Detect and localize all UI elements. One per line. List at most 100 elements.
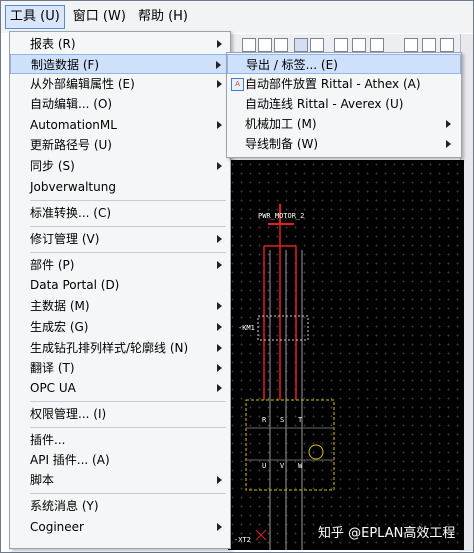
menu-item-revision-management[interactable]: 修订管理 (V) [10,229,230,249]
menu-item-system-messages[interactable]: 系统消息 (Y) [10,496,230,516]
submenu-arrow-icon [217,523,222,531]
menu-item-label: 标准转换... (C) [30,206,112,220]
submenu-item-label: 导出 / 标签... (E) [246,58,338,72]
menu-separator [30,493,226,494]
menu-item-label: 修订管理 (V) [30,232,100,246]
terminal-w: W [298,462,303,470]
menu-item-label: 自动编辑... (O) [30,97,113,111]
submenu-arrow-icon [217,384,222,392]
menu-item-label: 系统消息 (Y) [30,499,99,513]
menu-item-cogineer[interactable]: Cogineer [10,517,230,537]
menu-item-scripts[interactable]: 脚本 [10,470,230,490]
tool-icon[interactable] [404,38,418,52]
menu-item-data-portal[interactable]: Data Portal (D) [10,275,230,295]
menu-item-opc-ua[interactable]: OPC UA [10,378,230,398]
menu-item-label: OPC UA [30,381,76,395]
submenu-item-label: 机械加工 (M) [245,117,317,131]
submenu-arrow-icon [217,302,222,310]
submenu-item-label: 自动连线 Rittal - Averex (U) [245,97,404,111]
terminal-t: T [298,416,303,424]
menu-separator [30,226,226,227]
rittal-place-icon: A [231,78,244,91]
submenu-arrow-icon [216,61,221,69]
menu-item-external-properties[interactable]: 从外部编辑属性 (E) [10,74,230,94]
menu-item-rights-management[interactable]: 权限管理... (I) [10,404,230,424]
submenu-item-label: 自动部件放置 Rittal - Athex (A) [245,77,421,91]
contactor-tag: -KM1 [238,324,255,332]
menu-item-label: Data Portal (D) [30,278,120,292]
submenu-item-wire-preparation[interactable]: 导线制备 (W) [227,134,461,154]
manufacturing-data-submenu: 导出 / 标签... (E) A 自动部件放置 Rittal - Athex (… [226,52,462,158]
terminal-r: R [262,416,267,424]
menu-item-auto-edit[interactable]: 自动编辑... (O) [10,94,230,114]
menu-tools[interactable]: 工具 (U) [5,5,65,29]
submenu-arrow-icon [217,235,222,243]
menu-item-label: Jobverwaltung [30,180,116,194]
submenu-arrow-icon [217,162,222,170]
menu-help[interactable]: 帮助 (H) [134,6,192,28]
tool-icon[interactable] [352,38,366,52]
contactor-body [257,315,309,341]
tool-icon[interactable] [242,38,256,52]
menu-item-label: 部件 (P) [30,258,75,272]
menu-item-label: 同步 (S) [30,159,75,173]
menu-item-automationml[interactable]: AutomationML [10,115,230,135]
menu-item-jobverwaltung[interactable]: Jobverwaltung [10,177,230,197]
menu-item-parts[interactable]: 部件 (P) [10,255,230,275]
terminal-s: S [280,416,285,424]
watermark: 知乎 @EPLAN高效工程 [318,526,456,541]
tool-icon[interactable] [274,38,288,52]
menu-separator [30,427,226,428]
menu-item-label: 制造数据 (F) [31,58,100,72]
submenu-arrow-icon [446,140,451,148]
submenu-arrow-icon [446,120,451,128]
submenu-arrow-icon [217,261,222,269]
menu-item-label: 更新路径号 (U) [30,138,112,152]
tool-icon[interactable] [422,38,436,52]
submenu-arrow-icon [217,476,222,484]
submenu-arrow-icon [217,364,222,372]
menu-item-generate-macros[interactable]: 生成宏 (G) [10,317,230,337]
terminal-u: U [262,462,267,470]
tool-icon[interactable] [310,38,324,52]
menu-item-label: Cogineer [30,520,84,534]
menu-separator [30,252,226,253]
menu-item-label: AutomationML [30,118,117,132]
tools-dropdown-menu: 报表 (R) 制造数据 (F) 从外部编辑属性 (E) 自动编辑... (O) … [9,31,231,549]
menu-item-update-path-numbers[interactable]: 更新路径号 (U) [10,135,230,155]
menu-separator [30,401,226,402]
menu-window[interactable]: 窗口 (W) [69,6,130,28]
menu-item-sync[interactable]: 同步 (S) [10,156,230,176]
submenu-item-mechanical-processing[interactable]: 机械加工 (M) [227,114,461,134]
menu-item-api-addins[interactable]: API 插件... (A) [10,450,230,470]
menu-item-addins[interactable]: 插件... [10,430,230,450]
submenu-item-rittal-averex[interactable]: 自动连线 Rittal - Averex (U) [227,94,461,114]
schematic-canvas[interactable]: PWR_MOTOR_2 -KM1 R S T U V W -XT2 [228,160,464,550]
menu-item-label: 脚本 [30,473,55,487]
menu-item-standard-conversion[interactable]: 标准转换... (C) [10,203,230,223]
tool-icon[interactable] [370,38,384,52]
menu-item-label: 生成钻孔排列样式/轮廓线 (N) [30,341,189,355]
submenu-arrow-icon [217,80,222,88]
submenu-item-export-labels[interactable]: 导出 / 标签... (E) [227,54,461,74]
submenu-item-rittal-athex[interactable]: A 自动部件放置 Rittal - Athex (A) [227,74,461,94]
submenu-arrow-icon [217,121,222,129]
menu-item-label: API 插件... (A) [30,453,110,467]
tool-icon[interactable] [258,38,272,52]
menu-item-reports[interactable]: 报表 (R) [10,34,230,54]
motor-tag: PWR_MOTOR_2 [258,212,305,220]
submenu-arrow-icon [217,344,222,352]
tool-icon[interactable] [294,38,308,52]
tool-icon[interactable] [440,38,454,52]
menu-item-drilling-patterns[interactable]: 生成钻孔排列样式/轮廓线 (N) [10,338,230,358]
menu-item-label: 报表 (R) [30,37,76,51]
menu-item-label: 生成宏 (G) [30,320,89,334]
menu-item-manufacturing-data[interactable]: 制造数据 (F) [10,54,230,74]
terminal-box [245,399,335,491]
menu-item-master-data[interactable]: 主数据 (M) [10,296,230,316]
tool-icon[interactable] [334,38,348,52]
bottom-tag: -XT2 [234,536,251,544]
menu-item-translate[interactable]: 翻译 (T) [10,358,230,378]
terminal-v: V [280,462,285,470]
menu-separator [30,200,226,201]
